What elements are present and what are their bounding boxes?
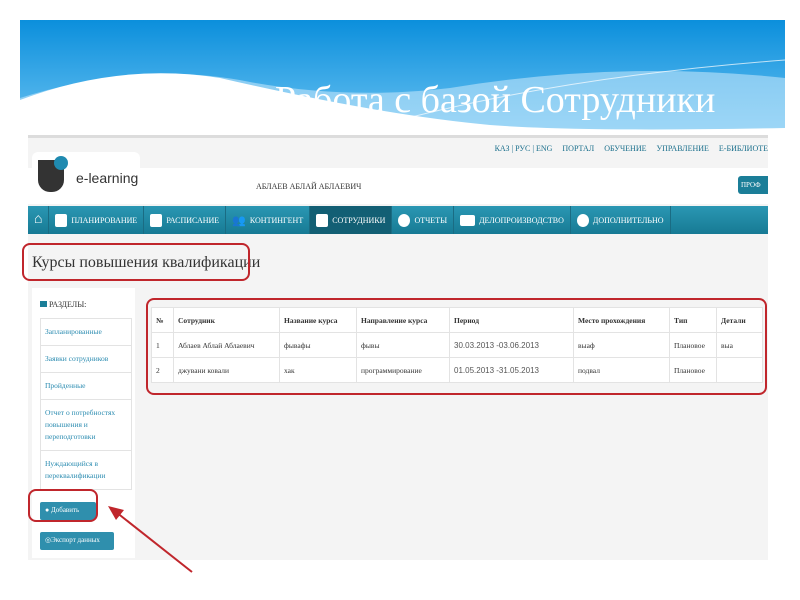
nav-label: СОТРУДНИКИ xyxy=(332,215,386,225)
calendar-icon xyxy=(55,213,68,227)
pie-chart-icon xyxy=(398,213,411,227)
section-requalification[interactable]: Нуждающийся в переквалификации xyxy=(41,451,131,489)
slide-banner: Работа с базой Сотрудники xyxy=(20,20,785,135)
briefcase-icon xyxy=(40,301,47,307)
home-icon: ⌂ xyxy=(34,212,43,227)
user-name: АБЛАЕВ АБЛАЙ АБЛАЕВИЧ xyxy=(256,182,362,191)
section-needs-report[interactable]: Отчет о потребностях повышения и перепод… xyxy=(41,400,131,451)
nav-reports[interactable]: ОТЧЕТЫ xyxy=(392,206,455,234)
nav-label: ДЕЛОПРОИЗВОДСТВО xyxy=(479,215,564,225)
section-completed[interactable]: Пройденные xyxy=(41,373,131,400)
nav-label: КОНТИНГЕНТ xyxy=(249,215,304,225)
language-switch[interactable]: КАЗ | РУС | ENG xyxy=(495,144,553,153)
folder-icon xyxy=(460,214,476,226)
section-planned[interactable]: Запланированные xyxy=(41,319,131,346)
profile-button[interactable]: ПРОФ xyxy=(738,176,768,194)
nav-records[interactable]: ДЕЛОПРОИЗВОДСТВО xyxy=(454,206,571,234)
main-nav: ⌂ ПЛАНИРОВАНИЕ РАСПИСАНИЕ 👥 КОНТИНГЕНТ СО… xyxy=(28,206,768,234)
calendar-grid-icon xyxy=(150,213,163,227)
export-button-label: Экспорт данных xyxy=(51,536,100,544)
highlight-add-button xyxy=(28,489,98,522)
nav-employees[interactable]: СОТРУДНИКИ xyxy=(310,206,393,234)
users-icon: 👥 xyxy=(232,214,246,227)
nav-schedule[interactable]: РАСПИСАНИЕ xyxy=(144,206,227,234)
sections-list: Запланированные Заявки сотрудников Пройд… xyxy=(40,318,132,490)
logo-text: e-learning xyxy=(76,170,139,186)
highlight-page-title xyxy=(22,243,250,281)
nav-label: ДОПОЛНИТЕЛЬНО xyxy=(592,215,664,225)
nav-label: ПЛАНИРОВАНИЕ xyxy=(71,215,138,225)
export-button[interactable]: ◎Экспорт данных xyxy=(40,532,114,550)
download-icon xyxy=(576,213,589,227)
link-management[interactable]: УПРАВЛЕНИЕ xyxy=(656,144,708,153)
logo[interactable]: e-learning xyxy=(32,152,140,200)
nav-additional[interactable]: ДОПОЛНИТЕЛЬНО xyxy=(571,206,671,234)
sections-label-text: РАЗДЕЛЫ: xyxy=(49,300,87,309)
slide-title: Работа с базой Сотрудники xyxy=(275,79,716,121)
link-portal[interactable]: ПОРТАЛ xyxy=(562,144,594,153)
link-library[interactable]: E-БИБЛИОТЕ xyxy=(719,144,768,153)
link-training[interactable]: ОБУЧЕНИЕ xyxy=(604,144,646,153)
nav-planning[interactable]: ПЛАНИРОВАНИЕ xyxy=(49,206,145,234)
nav-contingent[interactable]: 👥 КОНТИНГЕНТ xyxy=(226,206,311,234)
logo-gear-icon xyxy=(54,156,68,170)
id-card-icon xyxy=(316,213,329,227)
sections-label: РАЗДЕЛЫ: xyxy=(40,300,86,309)
section-requests[interactable]: Заявки сотрудников xyxy=(41,346,131,373)
nav-home[interactable]: ⌂ xyxy=(28,206,50,234)
top-links: КАЗ | РУС | ENG ПОРТАЛ ОБУЧЕНИЕ УПРАВЛЕН… xyxy=(487,144,768,153)
nav-label: РАСПИСАНИЕ xyxy=(166,215,220,225)
nav-label: ОТЧЕТЫ xyxy=(414,215,448,225)
highlight-table xyxy=(146,298,767,395)
